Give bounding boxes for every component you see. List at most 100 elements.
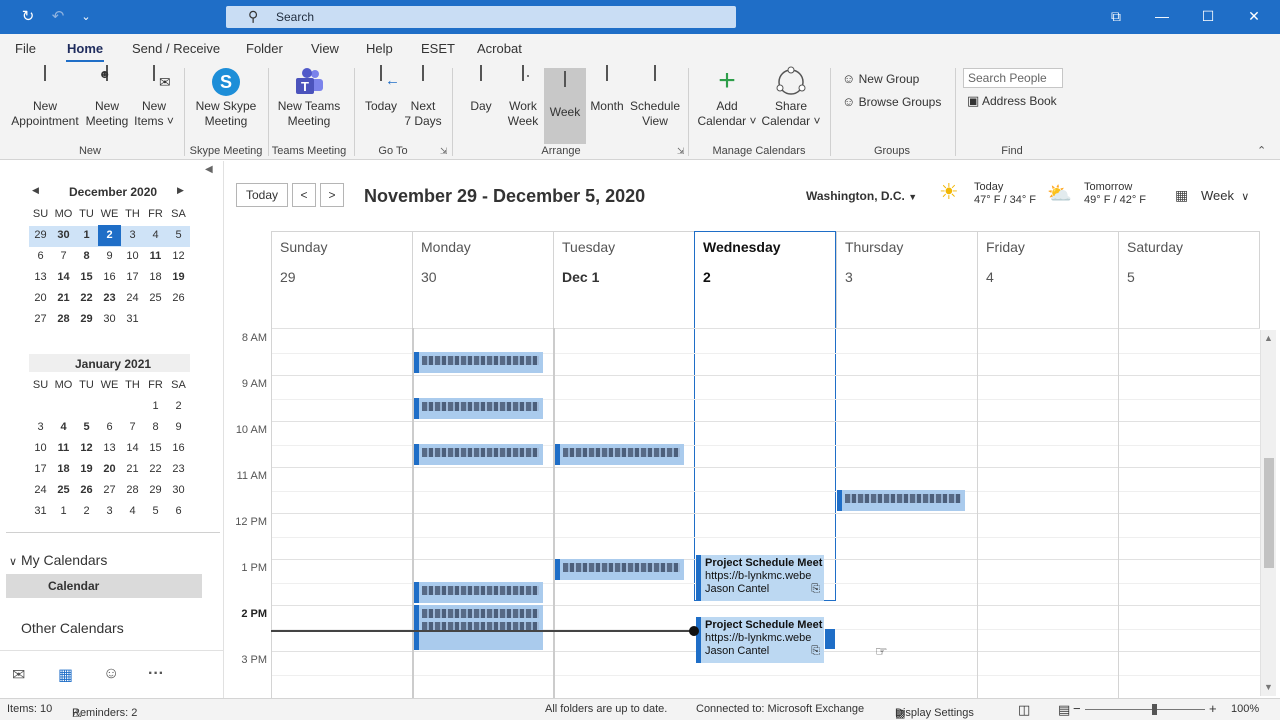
dialog-launcher-icon[interactable]: ⇲ — [677, 146, 685, 157]
minical-day[interactable]: 9 — [167, 417, 190, 438]
day-view-button[interactable]: Day — [462, 65, 500, 114]
tab-help[interactable]: Help — [366, 41, 393, 56]
day-header-monday[interactable]: Monday 30 — [412, 231, 553, 328]
minical-day[interactable]: 11 — [52, 438, 75, 459]
week-view-button[interactable]: Week — [544, 68, 586, 144]
new-group-button[interactable]: ☺ New Group — [842, 71, 919, 86]
minical-day[interactable]: 23 — [98, 288, 121, 309]
people-icon[interactable]: ☺ — [103, 665, 119, 683]
minical-day[interactable]: 24 — [121, 288, 144, 309]
today-button[interactable]: ← Today — [362, 65, 400, 114]
today-nav-button[interactable]: Today — [236, 183, 288, 207]
tab-send-receive[interactable]: Send / Receive — [132, 41, 220, 56]
close-button[interactable]: ✕ — [1242, 6, 1266, 26]
minical-day[interactable]: 6 — [98, 417, 121, 438]
calendar-event-project-schedule[interactable]: Project Schedule Meet https://b-lynkmc.w… — [696, 555, 824, 601]
minical-day[interactable]: 14 — [121, 438, 144, 459]
minical-day[interactable]: 10 — [29, 438, 52, 459]
minical-day[interactable]: 15 — [144, 438, 167, 459]
minical-day[interactable]: 15 — [75, 267, 98, 288]
minical-day[interactable]: 19 — [167, 267, 190, 288]
dialog-launcher-icon[interactable]: ⇲ — [440, 146, 448, 157]
new-meeting-button[interactable]: ☻ New Meeting — [84, 65, 130, 129]
day-header-sunday[interactable]: Sunday 29 — [271, 231, 412, 328]
minical-day[interactable]: 31 — [29, 501, 52, 522]
minical-day[interactable]: 5 — [144, 501, 167, 522]
share-calendar-button[interactable]: Share Calendar ˅ — [760, 66, 822, 129]
customize-toolbar-icon[interactable]: ⌄ — [76, 8, 96, 26]
undo-icon[interactable]: ↶ — [48, 8, 68, 26]
minical-day[interactable]: 6 — [29, 246, 52, 267]
month-view-button[interactable]: Month — [587, 65, 627, 114]
tab-eset[interactable]: ESET — [421, 41, 455, 56]
minical-day[interactable]: 29 — [29, 225, 52, 246]
minical-day[interactable]: 28 — [52, 309, 75, 330]
zoom-slider-track[interactable] — [1085, 709, 1205, 710]
minical-day[interactable]: 22 — [144, 459, 167, 480]
maximize-button[interactable]: ☐ — [1196, 6, 1220, 26]
ribbon-display-options-icon[interactable]: ⧉ — [1104, 6, 1128, 26]
minical-day[interactable]: 23 — [167, 459, 190, 480]
scroll-thumb[interactable] — [1264, 458, 1274, 568]
schedule-view-button[interactable]: Schedule View — [628, 65, 682, 129]
weather-location[interactable]: Washington, D.C. ▼ — [806, 189, 917, 203]
minical-day[interactable]: 20 — [98, 459, 121, 480]
calendar-event[interactable] — [414, 398, 543, 419]
tab-view[interactable]: View — [311, 41, 339, 56]
calendar-event[interactable] — [837, 490, 965, 511]
new-items-button[interactable]: ✉ New Items ˅ — [132, 65, 176, 129]
reading-view-icon[interactable]: ▤ — [1058, 702, 1070, 718]
minical-day[interactable]: 7 — [121, 417, 144, 438]
vertical-scrollbar[interactable]: ▲ ▼ — [1260, 330, 1276, 696]
tab-acrobat[interactable]: Acrobat — [477, 41, 522, 56]
day-header-wednesday[interactable]: Wednesday 2 — [694, 231, 836, 601]
minical-day[interactable]: 5 — [75, 417, 98, 438]
new-teams-meeting-button[interactable]: T New Teams Meeting — [272, 66, 346, 129]
minical-day[interactable]: 16 — [98, 267, 121, 288]
new-appointment-button[interactable]: New Appointment — [6, 65, 84, 129]
day-header-friday[interactable]: Friday 4 — [977, 231, 1118, 328]
zoom-in-button[interactable]: + — [1209, 701, 1217, 716]
my-calendars-header[interactable]: ∨ My Calendars — [9, 552, 107, 568]
minical-day[interactable]: 8 — [75, 246, 98, 267]
collapse-ribbon-icon[interactable]: ⌃ — [1257, 144, 1266, 157]
minical-day[interactable]: 17 — [121, 267, 144, 288]
minical-day[interactable]: 2 — [75, 501, 98, 522]
prev-month-icon[interactable]: ◀ — [32, 185, 39, 196]
calendar-event[interactable] — [414, 444, 543, 465]
minical-day[interactable]: 30 — [52, 225, 75, 246]
search-people-input[interactable]: Search People — [963, 68, 1063, 88]
tab-folder[interactable]: Folder — [246, 41, 283, 56]
day-header-saturday[interactable]: Saturday 5 — [1118, 231, 1260, 328]
minical-day[interactable]: 30 — [98, 309, 121, 330]
tab-file[interactable]: File — [15, 41, 36, 56]
minical-day[interactable]: 1 — [144, 396, 167, 417]
day-header-thursday[interactable]: Thursday 3 — [836, 231, 977, 328]
minical-day[interactable]: 12 — [75, 438, 98, 459]
minical-day[interactable]: 5 — [167, 225, 190, 246]
minical-day[interactable]: 21 — [121, 459, 144, 480]
next-month-icon[interactable]: ▶ — [177, 185, 184, 196]
next-7-days-button[interactable]: Next 7 Days — [403, 65, 443, 129]
minical-day[interactable]: 10 — [121, 246, 144, 267]
minical-day[interactable]: 3 — [29, 417, 52, 438]
calendar-event[interactable] — [555, 444, 684, 465]
minical-day[interactable]: 30 — [167, 480, 190, 501]
minical-day[interactable]: 1 — [52, 501, 75, 522]
minical-day[interactable]: 26 — [75, 480, 98, 501]
minical-day[interactable]: 27 — [29, 309, 52, 330]
minical-day[interactable]: 18 — [144, 267, 167, 288]
minical-day[interactable]: 4 — [121, 501, 144, 522]
minical-day[interactable]: 4 — [144, 225, 167, 246]
zoom-out-button[interactable]: − — [1073, 701, 1081, 716]
next-week-button[interactable]: > — [320, 183, 344, 207]
minical-day[interactable]: 22 — [75, 288, 98, 309]
minical-day[interactable]: 26 — [167, 288, 190, 309]
minical-day[interactable]: 3 — [121, 225, 144, 246]
refresh-icon[interactable]: ↻ — [18, 8, 38, 26]
minical-day[interactable]: 25 — [144, 288, 167, 309]
view-selector[interactable]: Week ∨ — [1201, 188, 1249, 203]
minical-day[interactable]: 17 — [29, 459, 52, 480]
minical-day[interactable]: 14 — [52, 267, 75, 288]
minical-day[interactable]: 7 — [52, 246, 75, 267]
